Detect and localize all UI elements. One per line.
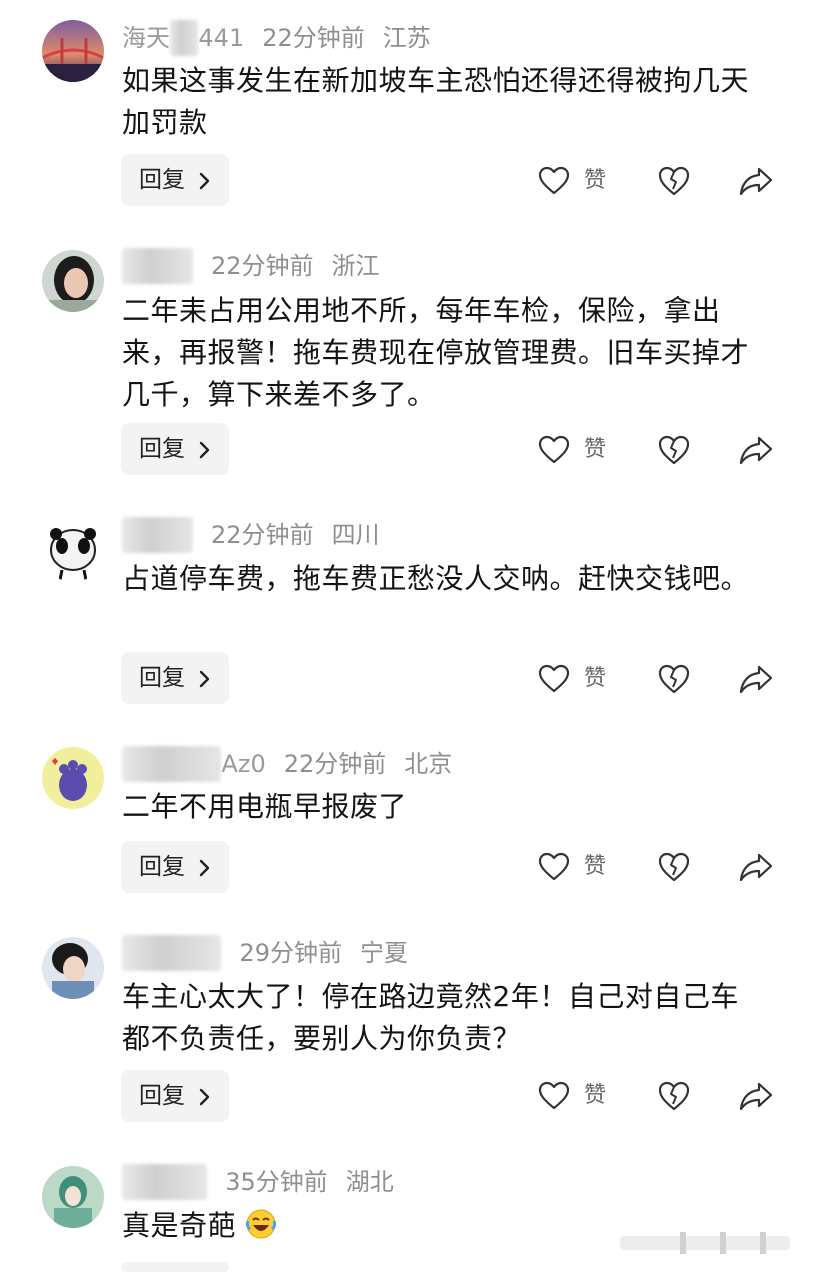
reply-label: 回复 [139, 167, 185, 193]
share-arrow-icon[interactable] [738, 850, 774, 884]
share-arrow-icon[interactable] [738, 164, 774, 198]
heart-outline-icon [538, 664, 570, 693]
reply-button[interactable]: 回复 [121, 841, 229, 893]
comment-text-content: 真是奇葩 [122, 1209, 237, 1242]
reply-button[interactable]: 回复 [121, 423, 229, 475]
avatar[interactable] [42, 20, 104, 82]
comment-text: 车主心太大了！停在路边竟然2年！自己对自己车都不负责任，要别人为你负责？ [122, 980, 739, 1055]
username-tail: Az0 [221, 750, 266, 778]
username[interactable]: xxxxxx [122, 1164, 208, 1200]
like-button[interactable]: 赞 [538, 1077, 618, 1117]
share-arrow-icon[interactable] [738, 662, 774, 696]
region: 湖北 [345, 1168, 394, 1196]
username[interactable]: xxxxxxx [122, 935, 222, 971]
share-arrow-icon[interactable] [738, 1079, 774, 1113]
chevron-right-icon [199, 859, 210, 877]
comment-meta: xxxxxx 35分钟前湖北 [122, 1164, 394, 1200]
region: 浙江 [331, 252, 380, 280]
reply-label: 回复 [139, 854, 185, 880]
heart-outline-icon [538, 852, 570, 881]
comment-meta: 海天xx441 22分钟前江苏 [122, 20, 431, 56]
region: 宁夏 [359, 939, 408, 967]
watermark [620, 1232, 790, 1254]
timestamp: 29分钟前 [239, 939, 342, 967]
username[interactable]: xxxxxxxAz0 [122, 746, 266, 782]
like-button[interactable]: 赞 [538, 848, 618, 888]
broken-heart-icon[interactable] [657, 662, 691, 696]
laughing-crying-emoji-icon [246, 1209, 277, 1239]
username[interactable]: xxxxx [122, 517, 194, 553]
comment-meta: xxxxxxx 29分钟前宁夏 [122, 935, 408, 971]
username[interactable]: xxxxx [122, 248, 194, 284]
reply-label: 回复 [139, 665, 185, 691]
share-arrow-icon[interactable] [738, 433, 774, 467]
comment-text: 二年不用电瓶早报废了 [122, 790, 408, 823]
broken-heart-icon[interactable] [657, 1079, 691, 1113]
broken-heart-icon[interactable] [657, 164, 691, 198]
timestamp: 22分钟前 [211, 252, 314, 280]
reply-button[interactable]: 回复 [121, 1070, 229, 1122]
broken-heart-icon[interactable] [657, 850, 691, 884]
chevron-right-icon [199, 441, 210, 459]
like-button[interactable]: 赞 [538, 660, 618, 700]
heart-outline-icon [538, 166, 570, 195]
username-tail: 441 [198, 24, 245, 52]
heart-outline-icon [538, 1081, 570, 1110]
comment-meta: xxxxxxxAz0 22分钟前北京 [122, 746, 452, 782]
reply-button[interactable] [121, 1262, 229, 1272]
reply-button[interactable]: 回复 [121, 652, 229, 704]
chevron-right-icon [199, 1088, 210, 1106]
timestamp: 22分钟前 [211, 521, 314, 549]
like-label: 赞 [584, 437, 607, 462]
avatar[interactable] [42, 250, 104, 312]
timestamp: 22分钟前 [283, 750, 387, 778]
heart-outline-icon [538, 435, 570, 464]
avatar[interactable] [42, 747, 104, 809]
chevron-right-icon [199, 670, 210, 688]
reply-label: 回复 [139, 1083, 185, 1109]
broken-heart-icon[interactable] [657, 433, 691, 467]
comment-text: 占道停车费，拖车费正愁没人交呐。赶快交钱吧。 [122, 562, 750, 595]
like-label: 赞 [584, 854, 607, 879]
like-label: 赞 [584, 168, 607, 193]
like-button[interactable]: 赞 [538, 431, 618, 471]
avatar[interactable] [42, 937, 104, 999]
chevron-right-icon [199, 172, 210, 190]
region: 江苏 [382, 24, 431, 52]
comment-meta: xxxxx 22分钟前四川 [122, 517, 380, 553]
region: 北京 [404, 750, 453, 778]
timestamp: 22分钟前 [262, 24, 365, 52]
timestamp: 35分钟前 [225, 1168, 328, 1196]
username-visible: 海天 [122, 24, 170, 52]
avatar[interactable] [42, 520, 104, 582]
reply-label: 回复 [139, 436, 185, 462]
like-label: 赞 [584, 666, 607, 691]
reply-button[interactable]: 回复 [121, 154, 229, 206]
avatar[interactable] [42, 1166, 104, 1228]
like-button[interactable]: 赞 [538, 162, 618, 202]
comment-text: 二年耒占用公用地不所，每年车检，保险，拿出来，再报警！拖车费现在停放管理费。旧车… [122, 294, 750, 411]
comment-text: 如果这事发生在新加坡车主恐怕还得还得被拘几天加罚款 [122, 64, 750, 139]
like-label: 赞 [584, 1083, 607, 1108]
username[interactable]: 海天xx441 [122, 20, 245, 56]
comment-meta: xxxxx 22分钟前浙江 [122, 248, 380, 284]
region: 四川 [331, 521, 380, 549]
